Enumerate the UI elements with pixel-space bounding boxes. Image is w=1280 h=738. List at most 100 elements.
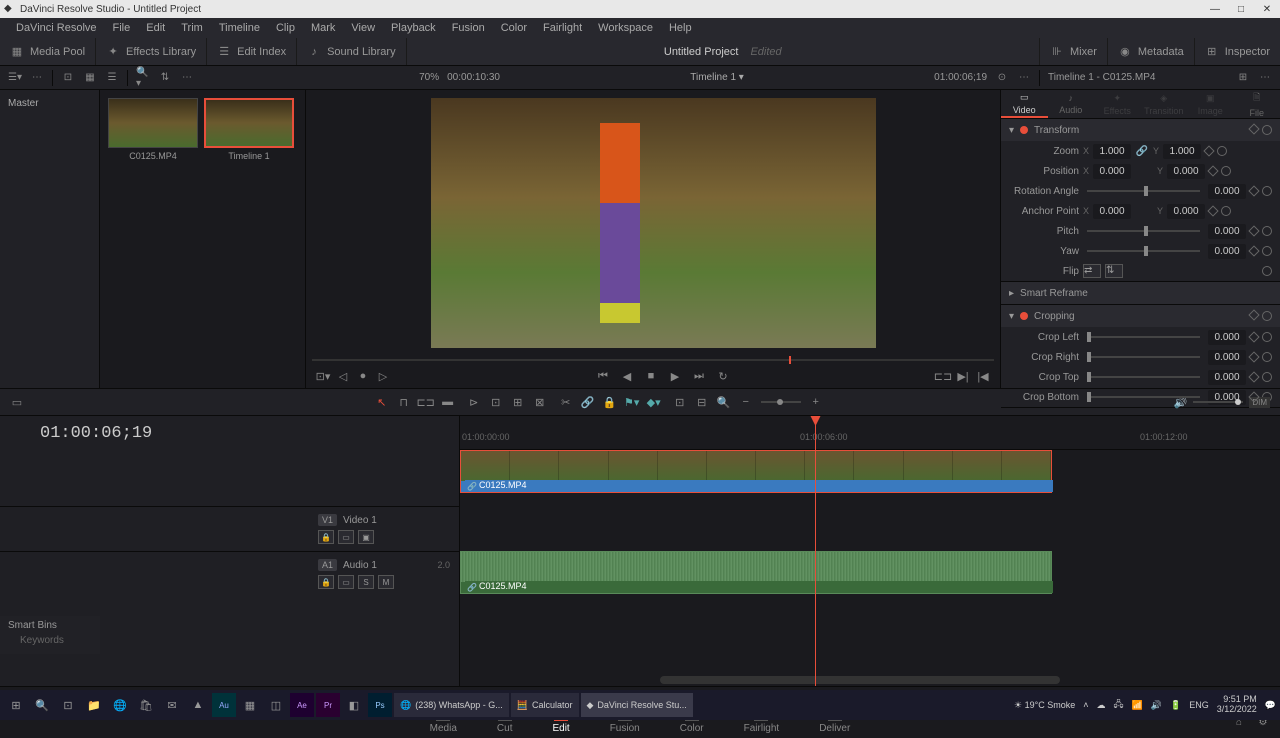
inspector-expand-icon[interactable]: ⊞: [1236, 71, 1250, 85]
tray-volume-icon[interactable]: 🔊: [1151, 700, 1162, 711]
pr-icon[interactable]: Pr: [316, 693, 340, 717]
viewer-scrubber[interactable]: [306, 356, 1000, 364]
keyframe-icon[interactable]: [1248, 351, 1259, 362]
au-icon[interactable]: Au: [212, 693, 236, 717]
keyframe-icon[interactable]: [1248, 123, 1259, 134]
anchor-y-field[interactable]: 0.000: [1167, 204, 1205, 219]
viewer-mode-icon[interactable]: ⊡▾: [316, 369, 330, 383]
blade-edit-icon[interactable]: ✂: [559, 395, 573, 409]
snap-icon[interactable]: ⊡: [673, 395, 687, 409]
inspector-tab-file[interactable]: 🗎File: [1234, 90, 1280, 118]
menu-fairlight[interactable]: Fairlight: [535, 22, 590, 34]
sort-icon[interactable]: ⇅: [158, 71, 172, 85]
close-button[interactable]: ✕: [1258, 2, 1276, 16]
notifications-icon[interactable]: 💬: [1265, 700, 1276, 711]
menu-clip[interactable]: Clip: [268, 22, 303, 34]
crop-bottom-slider[interactable]: [1087, 396, 1200, 398]
zoom-search-icon[interactable]: 🔍: [717, 395, 731, 409]
inspector-more-icon[interactable]: ⋯: [1258, 71, 1272, 85]
menu-davinci[interactable]: DaVinci Resolve: [8, 22, 105, 34]
reset-icon[interactable]: [1262, 352, 1272, 362]
loop-button[interactable]: ↻: [716, 369, 730, 383]
enable-dot[interactable]: [1020, 126, 1028, 134]
viewer-zoom[interactable]: 70%: [419, 72, 439, 83]
keyframe-icon[interactable]: [1248, 225, 1259, 236]
play-button[interactable]: ▶: [668, 369, 682, 383]
marker-icon[interactable]: ◆▾: [647, 395, 661, 409]
reset-icon[interactable]: [1262, 246, 1272, 256]
blade-tool[interactable]: ▬: [441, 395, 455, 409]
reset-icon[interactable]: [1262, 125, 1272, 135]
crop-left-slider[interactable]: [1087, 336, 1200, 338]
anchor-x-field[interactable]: 0.000: [1093, 204, 1131, 219]
search-icon[interactable]: 🔍▾: [136, 71, 150, 85]
inspector-tab-video[interactable]: ▭Video: [1001, 90, 1048, 118]
timeline-selector[interactable]: Timeline 1 ▾: [690, 72, 744, 83]
match-frame-icon[interactable]: ⊏⊐: [936, 369, 950, 383]
keyframe-icon[interactable]: [1203, 145, 1214, 156]
vlc-icon[interactable]: ▲: [186, 693, 210, 717]
cropping-header[interactable]: ▾ Cropping: [1001, 305, 1280, 327]
view-strip-icon[interactable]: ☰: [105, 71, 119, 85]
zoom-out-icon[interactable]: ⊟: [695, 395, 709, 409]
maximize-button[interactable]: □: [1232, 2, 1250, 16]
position-x-field[interactable]: 0.000: [1093, 164, 1131, 179]
weather-widget[interactable]: ☀ 19°C Smoke: [1014, 700, 1075, 711]
crop-right-slider[interactable]: [1087, 356, 1200, 358]
keywords-bin[interactable]: Keywords: [8, 631, 92, 650]
zoom-y-field[interactable]: 1.000: [1163, 144, 1201, 159]
replace-icon[interactable]: ⊞: [511, 395, 525, 409]
app-grid-icon[interactable]: ▦: [238, 693, 262, 717]
app-icon-2[interactable]: ◫: [264, 693, 288, 717]
menu-color[interactable]: Color: [493, 22, 535, 34]
keyframe-icon[interactable]: [1248, 309, 1259, 320]
lock-track-button[interactable]: 🔒: [318, 530, 334, 544]
taskbar-app-resolve[interactable]: ◆DaVinci Resolve Stu...: [581, 693, 693, 717]
track-badge[interactable]: V1: [318, 514, 337, 526]
viewer-timecode[interactable]: 01:00:06;19: [934, 72, 987, 83]
mark-in-icon[interactable]: ▶|: [956, 369, 970, 383]
tray-lang[interactable]: ENG: [1189, 700, 1209, 710]
timeline-ruler[interactable]: 01:00:00:00 01:00:06:00 01:00:12:00: [460, 416, 1280, 450]
tray-battery-icon[interactable]: 🔋: [1170, 700, 1181, 711]
flip-v-button[interactable]: ⇅: [1105, 264, 1123, 278]
timeline-timecode[interactable]: 01:00:06;19: [40, 424, 152, 443]
keyframe-icon[interactable]: [1248, 331, 1259, 342]
smart-reframe-header[interactable]: ▸ Smart Reframe: [1001, 282, 1280, 304]
pool-more-icon[interactable]: ⋯: [180, 71, 194, 85]
tray-date[interactable]: 3/12/2022: [1217, 705, 1257, 715]
yaw-field[interactable]: 0.000: [1208, 244, 1246, 259]
tray-wifi-icon[interactable]: 📶: [1132, 700, 1143, 711]
zoom-minus-icon[interactable]: −: [739, 395, 753, 409]
mark-out-icon[interactable]: |◀: [976, 369, 990, 383]
menu-trim[interactable]: Trim: [173, 22, 211, 34]
reset-icon[interactable]: [1262, 372, 1272, 382]
tray-network-icon[interactable]: 🖧: [1114, 697, 1124, 713]
mute-button[interactable]: M: [378, 575, 394, 589]
tool-sound-library[interactable]: ♪Sound Library: [297, 38, 407, 65]
crop-right-field[interactable]: 0.000: [1208, 350, 1246, 365]
track-badge[interactable]: A1: [318, 559, 337, 571]
zoom-x-field[interactable]: 1.000: [1093, 144, 1131, 159]
solo-button[interactable]: S: [358, 575, 374, 589]
pool-opts-icon[interactable]: ⋯: [30, 71, 44, 85]
next-edit-icon[interactable]: ▷: [376, 369, 390, 383]
view-grid-icon[interactable]: ▦: [83, 71, 97, 85]
master-bin[interactable]: Master: [4, 94, 95, 113]
rotation-field[interactable]: 0.000: [1208, 184, 1246, 199]
timeline-thumbnail[interactable]: Timeline 1: [204, 98, 294, 161]
reset-icon[interactable]: [1262, 332, 1272, 342]
tool-media-pool[interactable]: ▦Media Pool: [0, 38, 96, 65]
viewer-more-icon[interactable]: ⋯: [1017, 71, 1031, 85]
insert-icon[interactable]: ⊳: [467, 395, 481, 409]
trim-tool[interactable]: ⊓: [397, 395, 411, 409]
menu-fusion[interactable]: Fusion: [444, 22, 493, 34]
disable-track-button[interactable]: ▣: [358, 530, 374, 544]
menu-workspace[interactable]: Workspace: [590, 22, 661, 34]
reset-icon[interactable]: [1262, 266, 1272, 276]
search-taskbar-icon[interactable]: 🔍: [30, 693, 54, 717]
tray-up-icon[interactable]: ˄: [1083, 700, 1088, 710]
lock-track-button[interactable]: 🔒: [318, 575, 334, 589]
enable-dot[interactable]: [1020, 312, 1028, 320]
crop-top-slider[interactable]: [1087, 376, 1200, 378]
